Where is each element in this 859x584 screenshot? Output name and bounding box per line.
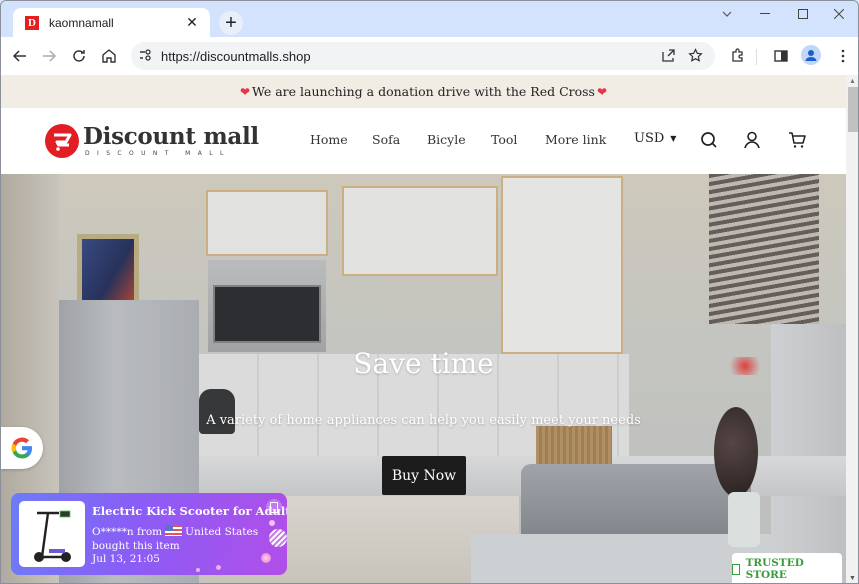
toolbar-divider bbox=[756, 49, 757, 65]
trusted-store-badge[interactable]: TRUSTED STORE bbox=[732, 553, 842, 583]
search-icon[interactable] bbox=[699, 130, 719, 150]
url-text[interactable]: https://discountmalls.shop bbox=[161, 49, 311, 64]
account-icon[interactable] bbox=[742, 130, 762, 150]
extensions-icon[interactable] bbox=[725, 43, 751, 69]
scrollbar-thumb[interactable] bbox=[848, 87, 858, 132]
nav-tool[interactable]: Tool bbox=[491, 132, 517, 147]
maximize-icon[interactable] bbox=[791, 5, 815, 23]
buy-now-button[interactable]: Buy Now bbox=[382, 456, 466, 495]
google-reviews-badge[interactable] bbox=[1, 427, 43, 469]
product-thumbnail bbox=[19, 501, 85, 567]
menu-icon[interactable] bbox=[830, 43, 856, 69]
profile-avatar-icon[interactable] bbox=[801, 45, 821, 65]
popup-purchase-text: O*****n from United States bought this it… bbox=[92, 525, 282, 553]
tab-title: kaomnamall bbox=[49, 15, 114, 30]
home-icon[interactable] bbox=[96, 43, 122, 69]
reload-icon[interactable] bbox=[66, 43, 92, 69]
recent-purchase-popup[interactable]: Electric Kick Scooter for Adults ... O**… bbox=[11, 493, 287, 575]
new-tab-button[interactable]: + bbox=[219, 11, 243, 35]
popup-timestamp: Jul 13, 21:05 bbox=[92, 553, 160, 565]
tab-close-icon[interactable]: ✕ bbox=[184, 14, 200, 30]
popup-product-title: Electric Kick Scooter for Adults ... bbox=[92, 504, 287, 518]
minimize-icon[interactable] bbox=[753, 5, 777, 23]
trusted-store-label: TRUSTED STORE bbox=[745, 557, 804, 581]
forward-icon[interactable] bbox=[36, 43, 62, 69]
nav-bicyle[interactable]: Bicyle bbox=[427, 132, 466, 147]
browser-tab[interactable]: D kaomnamall ✕ bbox=[13, 8, 210, 37]
scroll-up-arrow-icon[interactable]: ▲ bbox=[849, 78, 856, 85]
heart-icon: ❤ bbox=[239, 84, 251, 99]
address-bar[interactable]: https://discountmalls.shop bbox=[131, 42, 715, 70]
web-page: ❤ We are launching a donation drive with… bbox=[1, 75, 846, 583]
shield-icon bbox=[732, 563, 740, 575]
announcement-text: We are launching a donation drive with t… bbox=[252, 84, 595, 99]
logo-cart-icon bbox=[45, 124, 79, 158]
scooter-image-icon bbox=[34, 510, 71, 562]
currency-selector[interactable]: USD ▼ bbox=[634, 131, 676, 146]
site-header: Discount mall DISCOUNT MALL Home Sofa Bi… bbox=[1, 108, 846, 174]
page-scrollbar[interactable]: ▲ ▼ bbox=[846, 75, 858, 583]
nav-more-link[interactable]: More link bbox=[545, 132, 606, 147]
google-g-icon bbox=[11, 437, 32, 459]
nav-sofa[interactable]: Sofa bbox=[372, 132, 400, 147]
hero-title: Save time bbox=[353, 347, 494, 380]
star-icon[interactable] bbox=[688, 48, 703, 68]
logo-subtitle: DISCOUNT MALL bbox=[85, 149, 231, 157]
favicon-icon: D bbox=[25, 15, 39, 30]
popup-buyer: O*****n from bbox=[92, 526, 163, 538]
cart-icon[interactable] bbox=[787, 130, 807, 150]
currency-value: USD bbox=[634, 131, 665, 146]
site-logo[interactable]: Discount mall DISCOUNT MALL bbox=[45, 124, 259, 158]
window-close-icon[interactable] bbox=[827, 5, 851, 23]
site-info-icon[interactable] bbox=[139, 48, 153, 67]
scroll-down-arrow-icon[interactable]: ▼ bbox=[849, 575, 856, 582]
browser-window: D kaomnamall ✕ + https://discountmalls.s… bbox=[0, 0, 859, 584]
announcement-bar: ❤ We are launching a donation drive with… bbox=[1, 75, 846, 108]
hero-subtitle: A variety of home appliances can help yo… bbox=[206, 413, 641, 428]
browser-toolbar: https://discountmalls.shop bbox=[1, 37, 858, 75]
nav-home[interactable]: Home bbox=[310, 132, 348, 147]
mobile-device-icon bbox=[266, 499, 282, 515]
caret-down-icon: ▼ bbox=[670, 134, 677, 143]
logo-title: Discount mall bbox=[83, 122, 259, 150]
tab-search-chevron-down-icon[interactable] bbox=[717, 5, 737, 23]
tab-strip: D kaomnamall ✕ + bbox=[1, 1, 858, 37]
side-panel-icon[interactable] bbox=[768, 43, 794, 69]
back-icon[interactable] bbox=[7, 43, 33, 69]
share-icon[interactable] bbox=[661, 48, 676, 68]
us-flag-icon bbox=[165, 525, 183, 536]
heart-icon: ❤ bbox=[596, 84, 608, 99]
